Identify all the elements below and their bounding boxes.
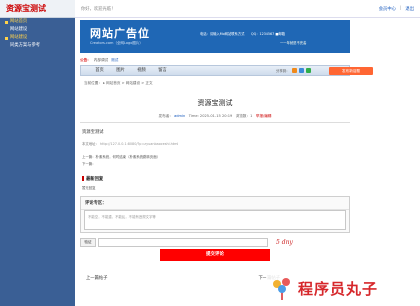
- nav-tab-guestbook[interactable]: 留言: [152, 65, 173, 76]
- comment-heading: 评论专区：: [81, 197, 349, 210]
- bullet-icon: [5, 36, 8, 40]
- sidebar-section-home[interactable]: 网站首页: [0, 18, 75, 26]
- notice-text: 内部调试: [93, 57, 109, 62]
- banner-logo-sub: Creators.com（全网Logo图片）: [90, 41, 143, 45]
- captcha-image[interactable]: 5 dny: [276, 239, 293, 246]
- sidebar-section-label: 网站建设: [10, 35, 28, 40]
- submit-comment-button[interactable]: 提交评论: [160, 249, 270, 261]
- share-bar: 分享到：: [276, 68, 311, 73]
- author-link[interactable]: admin: [174, 114, 185, 118]
- view-count: 浏览数：1: [235, 114, 253, 118]
- prev-next: 上一篇：朴素系统，何时结束（朴素系统跳转页面） 下一篇：: [80, 154, 350, 168]
- main-content: 网站广告位 Creators.com（全网Logo图片） 电话：请输入Mo网站联…: [80, 20, 373, 281]
- banner-tagline: 一一年就是不完善: [280, 41, 307, 45]
- sidebar-item-website[interactable]: 网站建设: [0, 26, 75, 34]
- lollipop-logo-icon: [273, 278, 290, 300]
- sidebar-section-build[interactable]: 网站建设: [0, 34, 75, 42]
- latest-replies-label: 最新回复: [86, 177, 104, 182]
- captcha-row: 验证 5 dny: [80, 237, 350, 247]
- member-center-link[interactable]: 会员中心: [379, 6, 396, 12]
- latest-replies-heading: 最新回复: [80, 176, 350, 182]
- logout-link[interactable]: 退出: [405, 6, 414, 12]
- share-label: 分享到：: [276, 69, 290, 73]
- nav-tab-videos[interactable]: 视频: [131, 65, 152, 76]
- latest-replies-item[interactable]: 暂无回复: [80, 185, 350, 190]
- bullet-icon: [5, 20, 8, 24]
- url-link[interactable]: http://127.0.0.1:8080/?p=zyuanbaoceshi.h…: [100, 142, 178, 146]
- prev-post-link[interactable]: 上一篇帖子: [86, 275, 107, 281]
- watermark: 程序员丸子: [266, 274, 416, 302]
- top-links: 会员中心 | 退出: [379, 6, 414, 12]
- article-body-title: 资源宝测试: [82, 130, 104, 135]
- post-navigation: 上一篇帖子 下一篇帖子: [80, 275, 280, 281]
- post-time: Time: 2025-01-15 20:19: [188, 114, 233, 118]
- sidebar: 资源宝测试 网站首页 网站建设 网站建设 同类方案与参考: [0, 0, 75, 306]
- link-separator: |: [399, 5, 402, 11]
- nav-tab-home[interactable]: 首页: [89, 65, 110, 76]
- top-bar: 你好，欢迎光临！ 会员中心 | 退出: [75, 0, 420, 18]
- breadcrumb: 当前位置： ▸ 网站首页 > 网站建设 > 正文: [84, 81, 153, 85]
- publish-button[interactable]: 发布新话题: [329, 67, 373, 75]
- main-nav: 首页 图片 视频 留言 分享到： 发布新话题: [80, 65, 373, 76]
- captcha-label: 验证: [80, 237, 96, 247]
- captcha-input[interactable]: [98, 237, 268, 247]
- banner-contact: 电话：请输入Mo网站联系方式 QQ：1234567 ■邮箱: [200, 32, 285, 36]
- notice-bar: 公告： 内部调试 测试: [80, 55, 350, 65]
- article-title: 资源宝测试: [197, 99, 233, 107]
- comment-section: 评论专区： 不能空，不能重，不能乱，不能有违规文字等: [80, 196, 350, 233]
- comment-textarea[interactable]: 不能空，不能重，不能乱，不能有违规文字等: [84, 210, 346, 230]
- report-link[interactable]: 举报/编辑: [256, 114, 272, 118]
- article-meta: 发布者： admin Time: 2025-01-15 20:19 浏览数：1 …: [80, 114, 350, 119]
- notice-link[interactable]: 测试: [111, 58, 118, 63]
- next-article-link[interactable]: 下一篇：: [82, 161, 350, 168]
- banner-logo: 网站广告位: [90, 27, 150, 40]
- share-icon[interactable]: [291, 68, 297, 73]
- author-label: 发布者：: [158, 114, 173, 118]
- section-marker-icon: [82, 176, 84, 181]
- nav-tab-images[interactable]: 图片: [110, 65, 131, 76]
- url-label: 本文地址：: [82, 142, 99, 146]
- divider: [80, 122, 350, 123]
- brand-header: 资源宝测试: [0, 0, 75, 18]
- brand-title[interactable]: 资源宝测试: [6, 3, 46, 14]
- submit-row: 提交评论: [80, 249, 350, 261]
- share-icon[interactable]: [298, 68, 304, 73]
- site-banner: 网站广告位 Creators.com（全网Logo图片） 电话：请输入Mo网站联…: [80, 20, 350, 53]
- share-icon[interactable]: [305, 68, 311, 73]
- notice-label: 公告：: [80, 57, 91, 62]
- prev-article-link[interactable]: 上一篇：朴素系统，何时结束（朴素系统跳转页面）: [82, 154, 350, 161]
- article-url: 本文地址： http://127.0.0.1:8080/?p=zyuanbaoc…: [80, 141, 350, 146]
- sidebar-section-label: 网站首页: [10, 19, 28, 24]
- watermark-text: 程序员丸子: [298, 279, 379, 298]
- sidebar-item-reference[interactable]: 同类方案与参考: [0, 42, 75, 50]
- welcome-text: 你好，欢迎光临！: [81, 6, 116, 12]
